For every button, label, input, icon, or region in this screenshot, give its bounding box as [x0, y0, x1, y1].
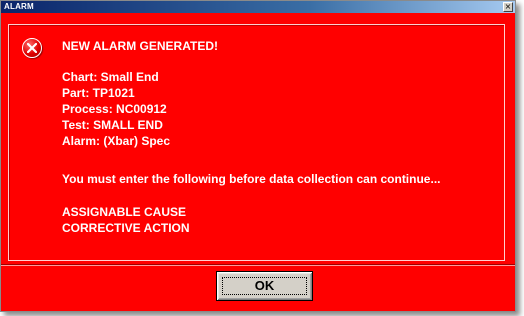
instruction-line: You must enter the following before data…: [62, 172, 441, 186]
ok-button-label: OK: [254, 278, 275, 293]
chart-line: Chart: Small End: [62, 70, 159, 84]
error-x-icon: [22, 38, 42, 58]
close-button[interactable]: ×: [503, 2, 513, 12]
title-bar[interactable]: ALARM ×: [1, 1, 515, 13]
corrective-action-line: CORRECTIVE ACTION: [62, 221, 190, 235]
part-line: Part: TP1021: [62, 86, 135, 100]
divider: [1, 264, 515, 266]
close-icon: ×: [504, 2, 512, 11]
alarm-line: Alarm: (Xbar) Spec: [62, 134, 171, 148]
ok-button[interactable]: OK: [216, 271, 313, 301]
alarm-dialog: ALARM × NEW ALARM GENERATED! Chart: Smal…: [0, 0, 516, 312]
test-line: Test: SMALL END: [62, 118, 163, 132]
window-title: ALARM: [4, 2, 34, 11]
process-line: Process: NC00912: [62, 102, 167, 116]
alarm-heading: NEW ALARM GENERATED!: [62, 39, 218, 53]
assignable-cause-line: ASSIGNABLE CAUSE: [62, 205, 187, 219]
